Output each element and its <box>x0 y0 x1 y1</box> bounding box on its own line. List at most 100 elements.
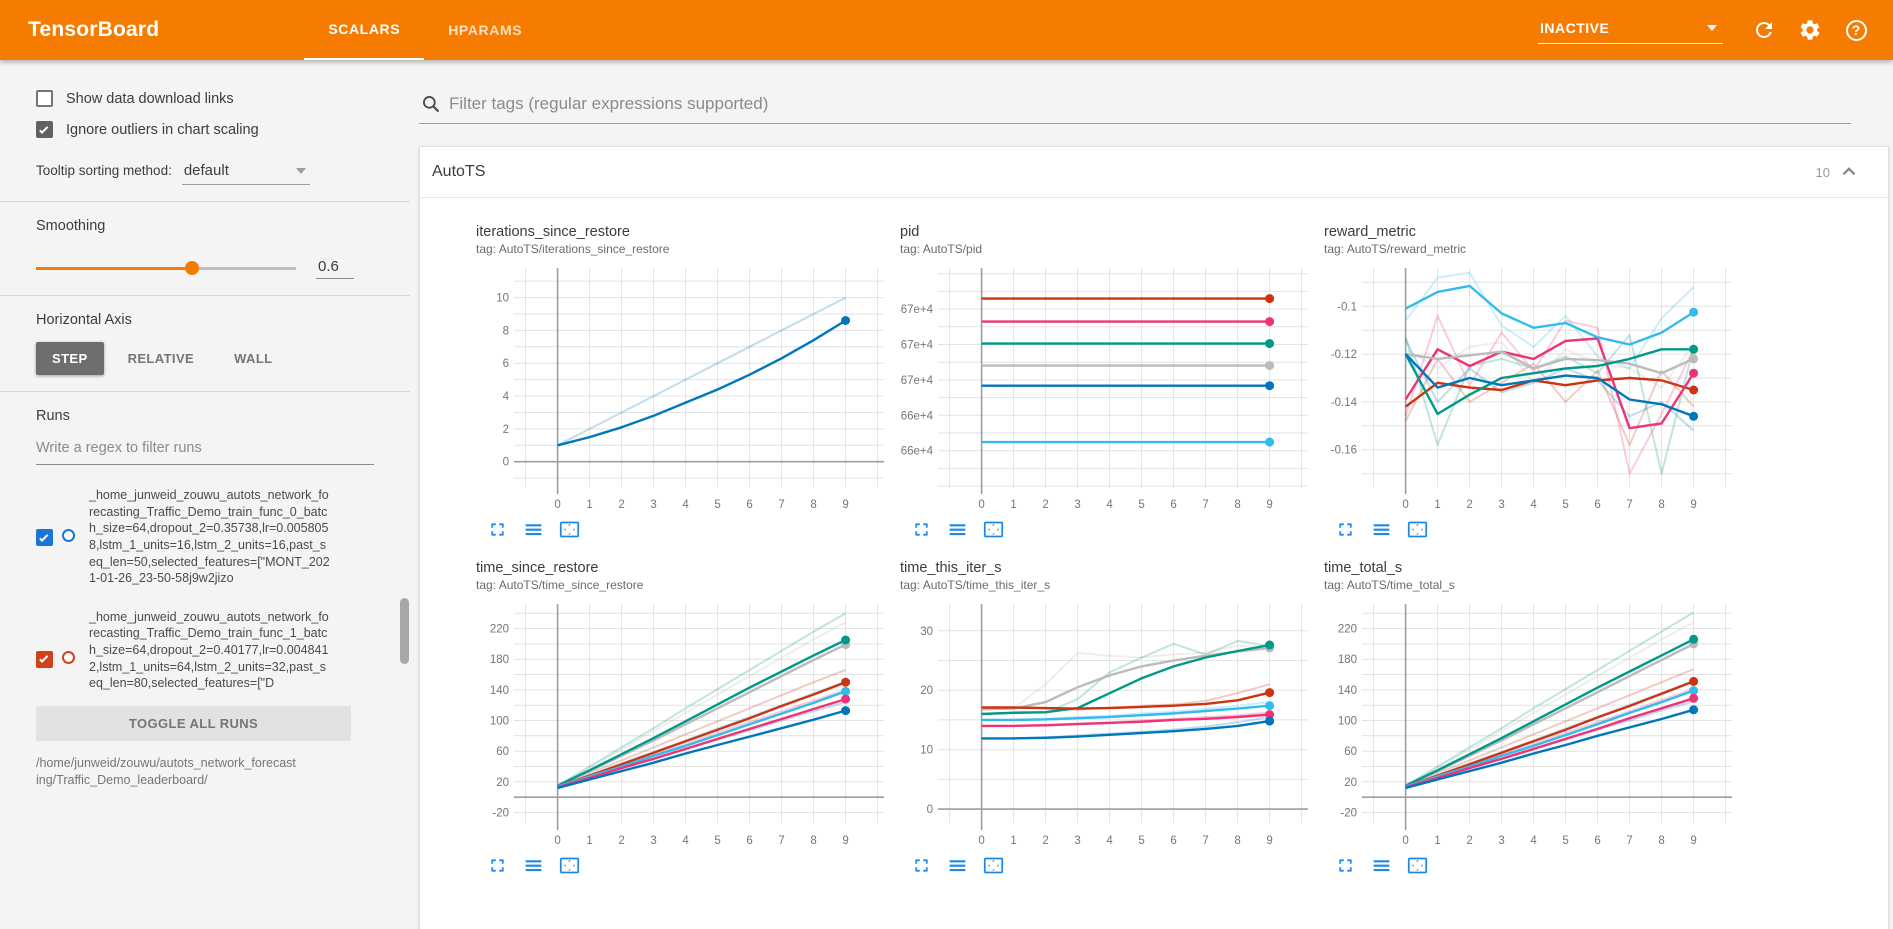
svg-text:5: 5 <box>1562 835 1568 847</box>
tensorboard-app: TensorBoard SCALARS HPARAMS INACTIVE ? <box>0 0 1893 929</box>
svg-text:1: 1 <box>586 835 592 847</box>
chart-plot: 2201801401006020-200123456789 <box>1324 600 1738 852</box>
tab-hparams[interactable]: HPARAMS <box>424 0 546 60</box>
svg-text:6: 6 <box>746 499 752 511</box>
run-checkbox[interactable] <box>36 529 53 546</box>
fullscreen-icon[interactable] <box>1334 518 1356 540</box>
svg-text:8: 8 <box>503 325 509 337</box>
svg-text:4: 4 <box>682 499 689 511</box>
runs-list-icon[interactable] <box>946 518 968 540</box>
svg-text:-0.1: -0.1 <box>1337 301 1357 313</box>
tab-scalars[interactable]: SCALARS <box>304 0 424 60</box>
chart-title: iterations_since_restore <box>476 224 900 240</box>
svg-text:5: 5 <box>1138 835 1144 847</box>
runs-list-icon[interactable] <box>522 518 544 540</box>
smoothing-slider-row: 0.6 <box>36 258 374 279</box>
tooltip-sorting-row: Tooltip sorting method: default <box>36 160 374 185</box>
settings-gear-icon[interactable] <box>1787 7 1833 53</box>
toggle-all-runs-button[interactable]: TOGGLE ALL RUNS <box>36 706 351 741</box>
show-download-links-checkbox[interactable] <box>36 90 53 107</box>
check-icon <box>39 532 48 541</box>
svg-text:8: 8 <box>810 835 816 847</box>
question-mark-icon: ? <box>1846 20 1867 41</box>
svg-text:180: 180 <box>490 654 509 666</box>
fit-domain-icon[interactable] <box>558 518 580 540</box>
fit-domain-icon[interactable] <box>1406 518 1428 540</box>
autots-card-header[interactable]: AutoTS 10 <box>420 147 1888 198</box>
fullscreen-icon[interactable] <box>1334 854 1356 876</box>
smoothing-slider-thumb[interactable] <box>185 261 199 275</box>
svg-text:7: 7 <box>1202 835 1208 847</box>
fit-domain-icon[interactable] <box>558 854 580 876</box>
svg-text:7: 7 <box>778 499 784 511</box>
fit-domain-icon[interactable] <box>982 854 1004 876</box>
smoothing-value[interactable]: 0.6 <box>316 258 354 279</box>
svg-text:2: 2 <box>1042 835 1048 847</box>
smoothing-slider-fill <box>36 267 192 270</box>
chart-toolbar <box>486 854 900 876</box>
tag-filter-input[interactable] <box>449 94 1851 114</box>
svg-text:8: 8 <box>810 499 816 511</box>
status-dropdown[interactable]: INACTIVE <box>1538 16 1723 44</box>
run-checkbox[interactable] <box>36 651 53 668</box>
ignore-outliers-row: Ignore outliers in chart scaling <box>36 121 374 138</box>
run-label: _home_junweid_zouwu_autots_network_forec… <box>89 487 332 587</box>
tab-bar: SCALARS HPARAMS <box>304 0 546 60</box>
runs-list-icon[interactable] <box>946 854 968 876</box>
svg-text:3: 3 <box>1074 499 1080 511</box>
chart-toolbar <box>910 518 1324 540</box>
runs-list-icon[interactable] <box>1370 518 1392 540</box>
refresh-icon[interactable] <box>1741 7 1787 53</box>
svg-text:2.467e+4: 2.467e+4 <box>900 340 934 352</box>
chart-plot: 30201000123456789 <box>900 600 1314 852</box>
svg-text:7: 7 <box>1626 499 1632 511</box>
runs-list-icon[interactable] <box>522 854 544 876</box>
smoothing-slider[interactable] <box>36 267 296 270</box>
svg-text:7: 7 <box>1626 835 1632 847</box>
svg-text:180: 180 <box>1338 654 1357 666</box>
help-icon[interactable]: ? <box>1833 7 1879 53</box>
fullscreen-icon[interactable] <box>910 854 932 876</box>
ignore-outliers-checkbox[interactable] <box>36 121 53 138</box>
svg-text:6: 6 <box>503 358 509 370</box>
svg-text:5: 5 <box>714 499 720 511</box>
chart-plot: -0.1-0.12-0.14-0.160123456789 <box>1324 264 1738 516</box>
sidebar: Show data download links Ignore outliers… <box>0 60 410 929</box>
chart-count-badge: 10 <box>1816 165 1830 180</box>
fullscreen-icon[interactable] <box>486 854 508 876</box>
svg-text:6: 6 <box>1594 499 1600 511</box>
svg-text:9: 9 <box>842 835 848 847</box>
axis-relative-button[interactable]: RELATIVE <box>112 342 211 375</box>
run-radio[interactable] <box>62 651 75 664</box>
chart-title: time_this_iter_s <box>900 560 1324 576</box>
svg-text:220: 220 <box>1338 624 1357 636</box>
svg-text:2.466e+4: 2.466e+4 <box>900 410 934 422</box>
fullscreen-icon[interactable] <box>910 518 932 540</box>
svg-text:0: 0 <box>1402 499 1408 511</box>
app-title: TensorBoard <box>0 0 189 60</box>
svg-text:1: 1 <box>1010 499 1016 511</box>
svg-text:-0.16: -0.16 <box>1331 445 1357 457</box>
svg-text:10: 10 <box>496 293 509 305</box>
svg-text:0: 0 <box>978 835 984 847</box>
fullscreen-icon[interactable] <box>486 518 508 540</box>
app-header: TensorBoard SCALARS HPARAMS INACTIVE ? <box>0 0 1893 60</box>
axis-step-button[interactable]: STEP <box>36 342 104 375</box>
tooltip-sorting-select[interactable]: default <box>182 160 310 185</box>
divider <box>0 391 410 392</box>
fit-domain-icon[interactable] <box>982 518 1004 540</box>
run-label: _home_junweid_zouwu_autots_network_forec… <box>89 609 332 692</box>
autots-card: AutoTS 10 iterations_since_restore tag: … <box>419 146 1889 929</box>
collapse-chevron-up-icon[interactable] <box>1838 161 1860 183</box>
svg-text:4: 4 <box>1106 499 1113 511</box>
runs-list-icon[interactable] <box>1370 854 1392 876</box>
chart-title: pid <box>900 224 1324 240</box>
sidebar-scrollbar[interactable] <box>400 598 409 664</box>
run-radio[interactable] <box>62 529 75 542</box>
svg-text:220: 220 <box>490 624 509 636</box>
runs-filter-input[interactable] <box>36 436 374 465</box>
fit-domain-icon[interactable] <box>1406 854 1428 876</box>
header-actions: INACTIVE ? <box>1538 0 1893 60</box>
axis-wall-button[interactable]: WALL <box>218 342 288 375</box>
chart-tile: time_since_restore tag: AutoTS/time_sinc… <box>476 560 900 876</box>
